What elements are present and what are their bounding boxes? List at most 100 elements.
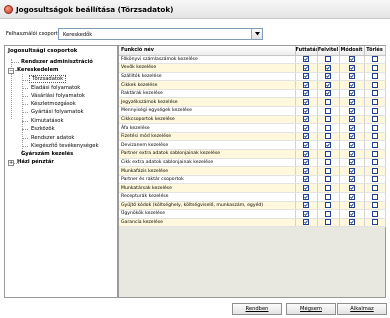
delete-checkbox[interactable] [371,124,378,131]
run-checkbox[interactable] [303,116,309,123]
tree-node-kereskedelem[interactable]: Kereskedelem [17,67,58,74]
run-checkbox[interactable] [303,64,309,71]
insert-checkbox[interactable] [325,176,331,183]
insert-checkbox[interactable] [325,56,331,63]
column-header-function[interactable]: Funkció név [119,46,296,56]
insert-checkbox[interactable] [325,81,331,88]
insert-checkbox[interactable] [325,141,331,148]
delete-checkbox[interactable] [371,107,378,114]
run-checkbox[interactable] [303,56,309,63]
tree-node-eladasi-folyamatok[interactable]: Eladási folyamatok [31,85,80,92]
run-checkbox[interactable] [303,73,309,80]
insert-checkbox[interactable] [325,107,331,114]
modify-checkbox[interactable] [348,141,355,148]
run-checkbox[interactable] [303,150,309,157]
insert-checkbox[interactable] [325,210,331,217]
delete-checkbox[interactable] [371,176,378,183]
insert-checkbox[interactable] [325,167,331,174]
delete-checkbox[interactable] [371,116,378,123]
tree-node-hazi-penztar[interactable]: Házi pénztár [17,159,54,166]
run-checkbox[interactable] [303,81,309,88]
insert-checkbox[interactable] [325,159,331,166]
tree-node-vasarlasi-folyamatok[interactable]: Vásárlási folyamatok [31,93,85,100]
tree-node-gyartasi-folyamatok[interactable]: Gyártási folyamatok [31,109,84,116]
modify-checkbox[interactable] [348,81,355,88]
run-checkbox[interactable] [303,202,309,209]
modify-checkbox[interactable] [348,99,355,106]
column-header-delete[interactable]: Törlés [364,46,386,56]
modify-checkbox[interactable] [348,193,355,200]
cancel-button[interactable]: Mégsem [286,303,336,315]
delete-checkbox[interactable] [371,193,378,200]
modify-checkbox[interactable] [348,124,355,131]
run-checkbox[interactable] [303,107,309,114]
insert-checkbox[interactable] [325,90,331,97]
user-group-select[interactable]: Kereskedők [58,28,263,40]
column-header-modify[interactable]: Módosít [339,46,365,56]
modify-checkbox[interactable] [348,73,355,80]
modify-checkbox[interactable] [348,176,355,183]
delete-checkbox[interactable] [371,99,378,106]
run-checkbox[interactable] [303,219,309,226]
modify-checkbox[interactable] [348,184,355,191]
modify-checkbox[interactable] [348,133,355,140]
collapse-icon[interactable]: − [8,68,14,74]
delete-checkbox[interactable] [371,150,378,157]
delete-checkbox[interactable] [371,202,378,209]
tree-node-eszkozok[interactable]: Eszközök [31,126,55,133]
tree-node-gyarszam-kezeles[interactable]: Gyárszám kezelés [21,151,73,158]
modify-checkbox[interactable] [348,167,355,174]
delete-checkbox[interactable] [371,133,378,140]
run-checkbox[interactable] [303,133,309,140]
delete-checkbox[interactable] [371,159,378,166]
modify-checkbox[interactable] [348,116,355,123]
run-checkbox[interactable] [303,141,309,148]
modify-checkbox[interactable] [348,159,355,166]
delete-checkbox[interactable] [371,167,378,174]
modify-checkbox[interactable] [348,56,355,63]
delete-checkbox[interactable] [371,81,378,88]
insert-checkbox[interactable] [325,133,331,140]
insert-checkbox[interactable] [325,193,331,200]
tree-node-kimutatasok[interactable]: Kimutatások [31,118,64,125]
insert-checkbox[interactable] [325,73,331,80]
run-checkbox[interactable] [303,176,309,183]
modify-checkbox[interactable] [348,107,355,114]
column-header-run[interactable]: Futtatás [295,46,318,56]
modify-checkbox[interactable] [348,219,355,226]
tree-node-rendszer-adminisztracio[interactable]: Rendszer adminisztráció [21,59,93,66]
tree-node-kiegeszito-tevekenysegek[interactable]: Kiegészítő tevékenységek [31,143,98,150]
delete-checkbox[interactable] [371,141,378,148]
insert-checkbox[interactable] [325,116,331,123]
run-checkbox[interactable] [303,124,309,131]
insert-checkbox[interactable] [325,184,331,191]
modify-checkbox[interactable] [348,150,355,157]
run-checkbox[interactable] [303,184,309,191]
insert-checkbox[interactable] [325,219,331,226]
tree-node-keszletmozgasok[interactable]: Készletmozgások [31,101,76,108]
tree-node-rendszer-adatok[interactable]: Rendszer adatok [31,135,74,142]
dropdown-button[interactable] [251,29,262,39]
modify-checkbox[interactable] [348,202,355,209]
insert-checkbox[interactable] [325,99,331,106]
insert-checkbox[interactable] [325,124,331,131]
run-checkbox[interactable] [303,193,309,200]
modify-checkbox[interactable] [348,64,355,71]
modify-checkbox[interactable] [348,210,355,217]
delete-checkbox[interactable] [371,184,378,191]
run-checkbox[interactable] [303,99,309,106]
ok-button[interactable]: Rendben [232,303,282,315]
expand-icon[interactable]: + [8,160,14,166]
run-checkbox[interactable] [303,90,309,97]
insert-checkbox[interactable] [325,150,331,157]
insert-checkbox[interactable] [325,64,331,71]
column-header-insert[interactable]: Felvitel [317,46,340,56]
modify-checkbox[interactable] [348,90,355,97]
run-checkbox[interactable] [303,167,309,174]
delete-checkbox[interactable] [371,90,378,97]
delete-checkbox[interactable] [371,64,378,71]
delete-checkbox[interactable] [371,219,378,226]
delete-checkbox[interactable] [371,73,378,80]
delete-checkbox[interactable] [371,56,378,63]
run-checkbox[interactable] [303,210,309,217]
